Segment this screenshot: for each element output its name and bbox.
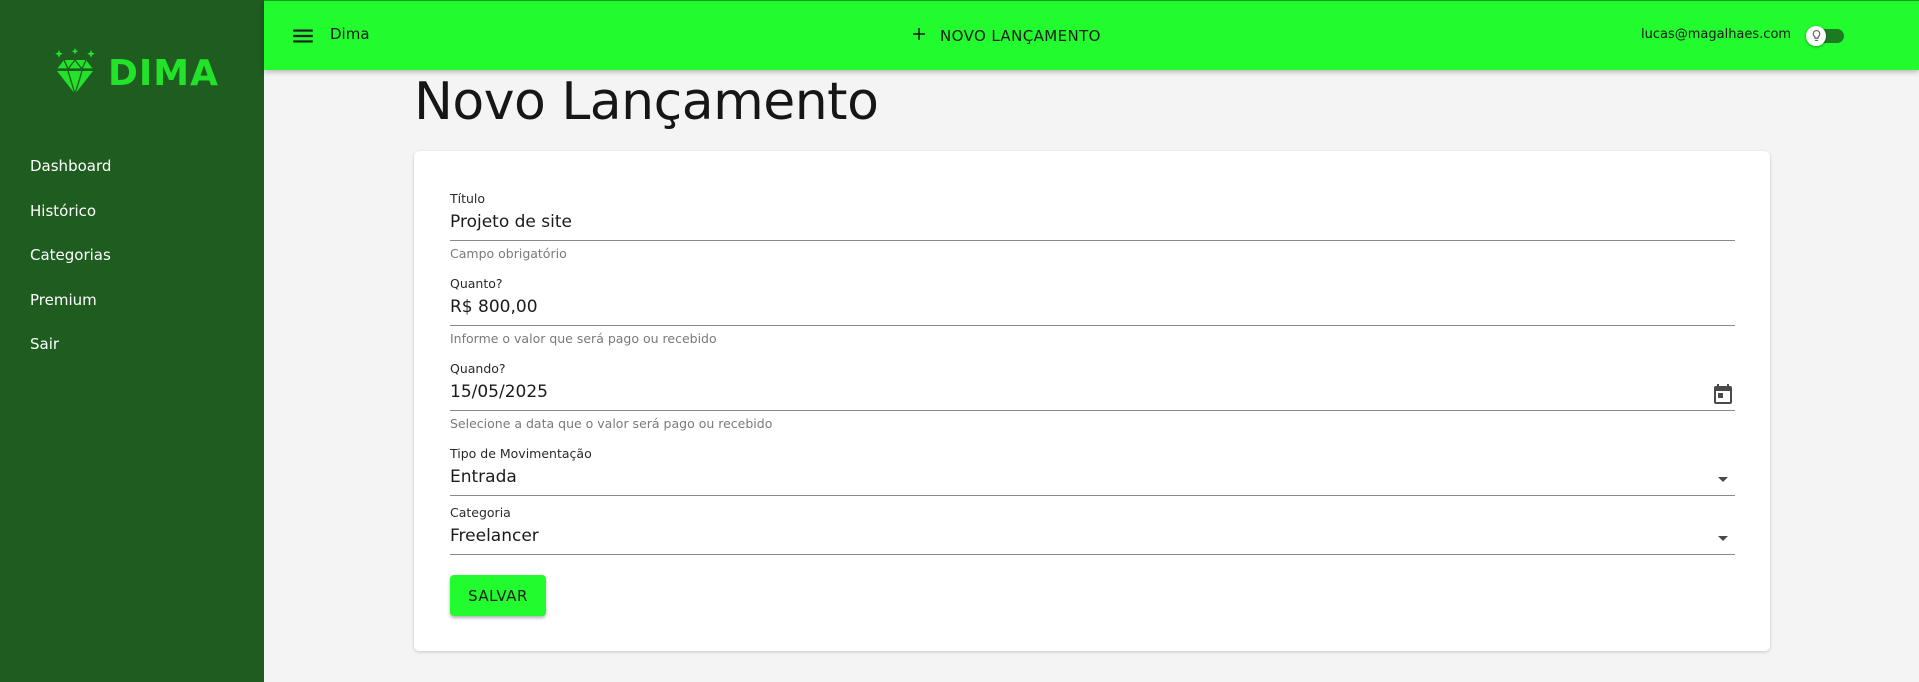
category-value: Freelancer: [450, 526, 539, 546]
title-input[interactable]: Projeto de site: [450, 207, 1735, 241]
sidebar-nav: Dashboard Histórico Categorias Premium S…: [0, 150, 264, 373]
logo[interactable]: DIMA: [54, 48, 219, 98]
brand-name: DIMA: [108, 52, 219, 94]
sidebar: DIMA Dashboard Histórico Categorias Prem…: [0, 0, 264, 682]
plus-icon: [910, 25, 928, 47]
title-field: Título Projeto de site Campo obrigatório: [450, 191, 1735, 262]
new-entry-button[interactable]: NOVO LANÇAMENTO: [904, 19, 1107, 53]
amount-input[interactable]: R$ 800,00: [450, 292, 1735, 326]
sidebar-item-categorias[interactable]: Categorias: [0, 239, 264, 284]
date-helper: Selecione a data que o valor será pago o…: [450, 416, 773, 431]
new-entry-label: NOVO LANÇAMENTO: [940, 27, 1101, 45]
date-field: Quando? 15/05/2025 Selecione a data que …: [450, 361, 1735, 432]
sidebar-item-premium[interactable]: Premium: [0, 284, 264, 329]
theme-toggle[interactable]: [1806, 26, 1844, 46]
app-title[interactable]: Dima: [330, 25, 370, 43]
amount-label: Quanto?: [450, 276, 503, 291]
category-label: Categoria: [450, 505, 511, 520]
type-field: Tipo de Movimentação Entrada: [450, 446, 1735, 496]
category-select[interactable]: Freelancer: [450, 521, 1735, 555]
date-label: Quando?: [450, 361, 506, 376]
user-email: lucas@magalhaes.com: [1641, 27, 1792, 42]
toggle-thumb: [1806, 26, 1826, 46]
diamond-icon: [54, 48, 96, 98]
lightbulb-icon: [1810, 27, 1823, 46]
page-title: Novo Lançamento: [414, 72, 879, 132]
title-helper: Campo obrigatório: [450, 246, 567, 261]
dropdown-arrow-icon: [1711, 467, 1735, 491]
date-input[interactable]: 15/05/2025: [450, 377, 1735, 411]
sidebar-item-dashboard[interactable]: Dashboard: [0, 150, 264, 195]
save-button[interactable]: SALVAR: [450, 575, 546, 616]
calendar-icon[interactable]: [1711, 382, 1735, 406]
menu-icon[interactable]: [290, 23, 316, 49]
title-label: Título: [450, 191, 486, 206]
type-value: Entrada: [450, 467, 517, 487]
category-field: Categoria Freelancer: [450, 505, 1735, 555]
sidebar-item-sair[interactable]: Sair: [0, 328, 264, 373]
type-label: Tipo de Movimentação: [450, 446, 592, 461]
amount-field: Quanto? R$ 800,00 Informe o valor que se…: [450, 276, 1735, 347]
amount-helper: Informe o valor que será pago ou recebid…: [450, 331, 717, 346]
top-app-bar: Dima NOVO LANÇAMENTO lucas@magalhaes.com: [264, 0, 1919, 70]
type-select[interactable]: Entrada: [450, 462, 1735, 496]
date-value: 15/05/2025: [450, 382, 548, 402]
entry-form-card: Título Projeto de site Campo obrigatório…: [414, 151, 1770, 651]
sidebar-item-historico[interactable]: Histórico: [0, 195, 264, 240]
dropdown-arrow-icon: [1711, 526, 1735, 550]
